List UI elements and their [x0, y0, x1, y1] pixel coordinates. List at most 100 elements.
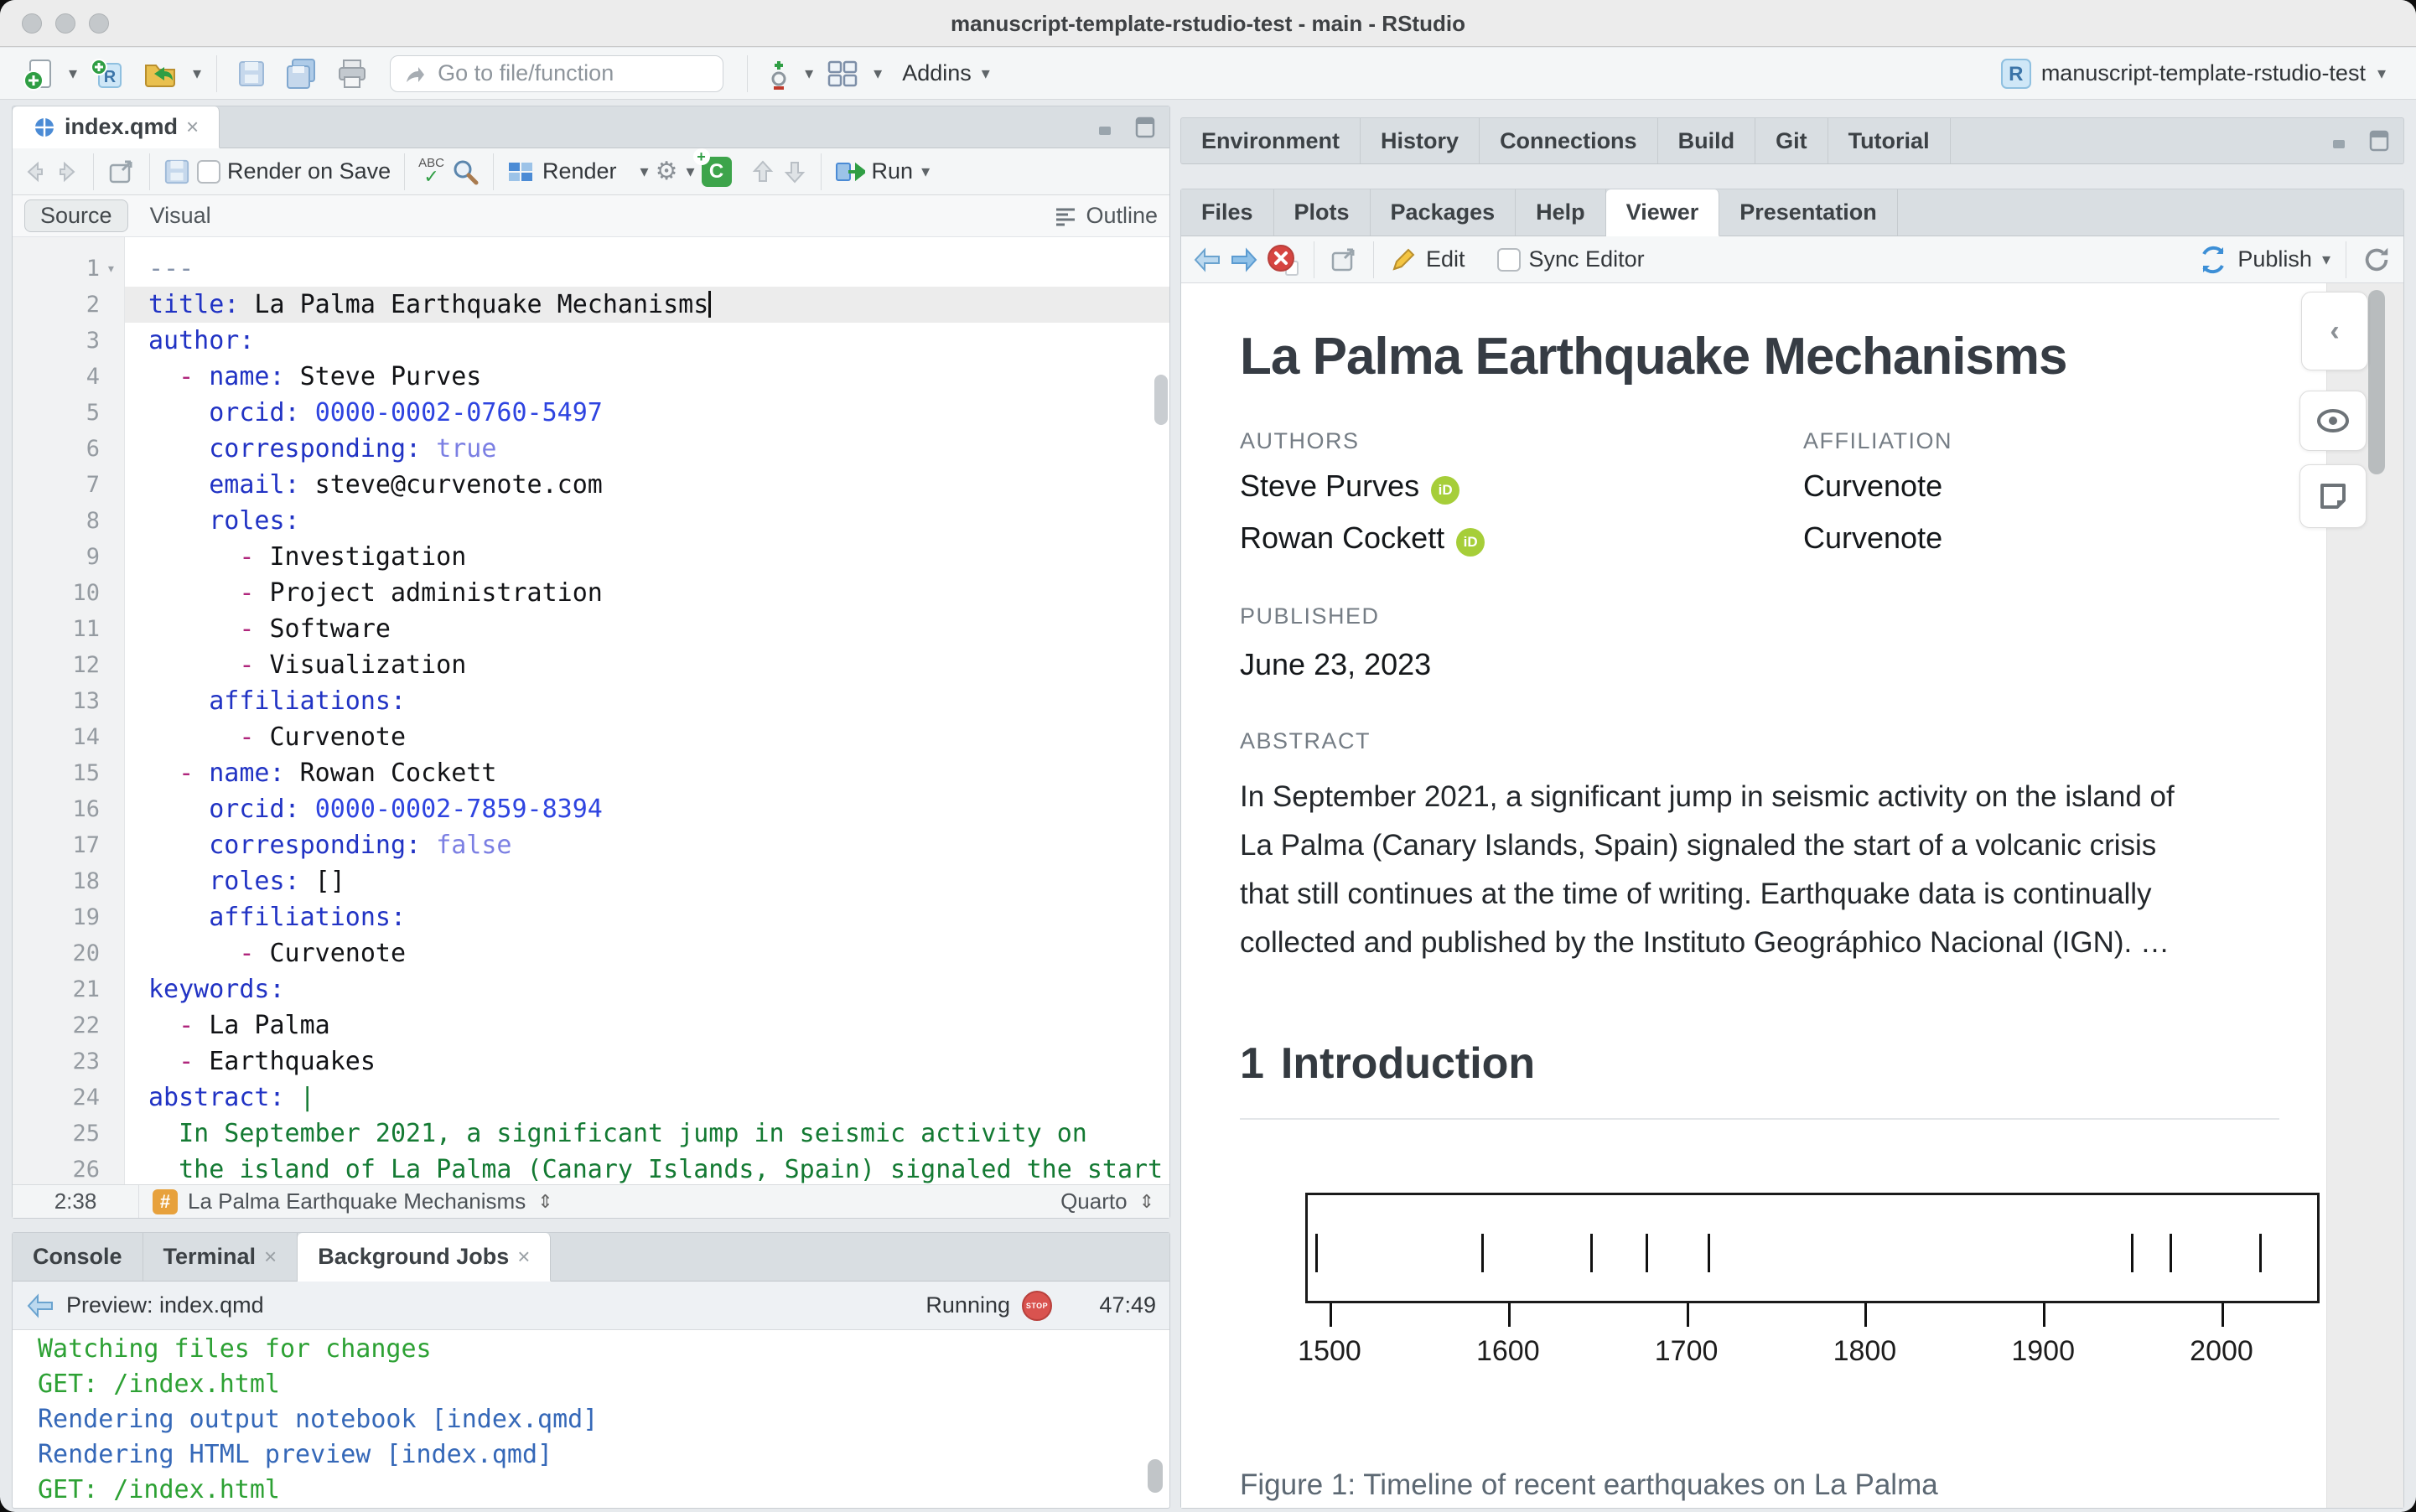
maximize-pane-icon[interactable]	[2368, 129, 2390, 153]
minimize-pane-icon[interactable]	[2331, 130, 2356, 152]
refresh-icon[interactable]	[2362, 245, 2392, 275]
code-line[interactable]: 15 - name: Rowan Cockett	[13, 755, 1169, 791]
document-outline-chip[interactable]: La Palma Earthquake Mechanisms	[188, 1188, 526, 1214]
code-line[interactable]: 11 - Software	[13, 611, 1169, 647]
tab-index-qmd[interactable]: index.qmd ×	[13, 106, 220, 148]
stop-icon[interactable]: STOP	[1022, 1291, 1052, 1321]
tab-viewer[interactable]: Viewer	[1606, 189, 1720, 236]
search-icon[interactable]	[451, 158, 480, 186]
edit-button[interactable]: Edit	[1426, 246, 1465, 272]
spellcheck-icon[interactable]: ABC✓	[418, 157, 444, 186]
code-line[interactable]: 4 - name: Steve Purves	[13, 359, 1169, 395]
clear-viewer-button[interactable]	[1267, 244, 1299, 276]
code-line[interactable]: 20 - Curvenote	[13, 935, 1169, 971]
tab-terminal[interactable]: Terminal×	[143, 1233, 298, 1281]
code-line[interactable]: 13 affiliations:	[13, 683, 1169, 719]
editor-scrollbar-thumb[interactable]	[1154, 375, 1168, 425]
tab-presentation[interactable]: Presentation	[1719, 189, 1898, 236]
code-line[interactable]: 7 email: steve@curvenote.com	[13, 467, 1169, 503]
new-file-icon[interactable]	[18, 54, 59, 94]
viewer-scrollbar-thumb[interactable]	[2368, 290, 2385, 474]
project-menu[interactable]: R manuscript-template-rstudio-test ▾	[2001, 59, 2386, 89]
visual-toggle[interactable]: Visual	[150, 203, 211, 229]
tab-connections[interactable]: Connections	[1480, 118, 1658, 163]
code-line[interactable]: 6 corresponding: true	[13, 431, 1169, 467]
outline-button[interactable]: Outline	[1054, 203, 1158, 229]
tab-environment[interactable]: Environment	[1181, 118, 1361, 163]
open-file-caret-icon[interactable]: ▾	[193, 63, 201, 84]
viewer-back-icon[interactable]	[1193, 247, 1221, 272]
popout-icon[interactable]	[107, 158, 136, 185]
code-line[interactable]: 3author:	[13, 323, 1169, 359]
chevron-down-icon[interactable]	[782, 158, 807, 185]
goto-file-input[interactable]	[436, 56, 713, 91]
forward-icon[interactable]	[54, 159, 80, 184]
version-control-icon[interactable]	[763, 54, 795, 94]
annotation-button[interactable]	[2299, 464, 2367, 528]
run-button[interactable]: Run	[872, 158, 914, 184]
panes-layout-caret-icon[interactable]: ▾	[874, 63, 882, 84]
code-line[interactable]: 8 roles:	[13, 503, 1169, 539]
open-file-icon[interactable]	[137, 54, 183, 94]
code-line[interactable]: 22 - La Palma	[13, 1007, 1169, 1043]
code-line[interactable]: 1▾---	[13, 251, 1169, 287]
viewer-popout-icon[interactable]	[1330, 246, 1358, 273]
orcid-icon[interactable]: iD	[1456, 528, 1485, 557]
new-file-caret-icon[interactable]: ▾	[69, 63, 77, 84]
code-line[interactable]: 17 corresponding: false	[13, 827, 1169, 863]
viewer-forward-icon[interactable]	[1230, 247, 1258, 272]
preview-mode-button[interactable]	[2299, 391, 2367, 451]
tab-help[interactable]: Help	[1516, 189, 1606, 236]
code-line[interactable]: 24abstract: |	[13, 1080, 1169, 1116]
tab-tutorial[interactable]: Tutorial	[1828, 118, 1951, 163]
code-line[interactable]: 26 the island of La Palma (Canary Island…	[13, 1152, 1169, 1184]
code-line[interactable]: 16 orcid: 0000-0002-7859-8394	[13, 791, 1169, 827]
tab-background-jobs[interactable]: Background Jobs×	[298, 1233, 551, 1282]
back-icon[interactable]	[23, 159, 48, 184]
source-toggle[interactable]: Source	[24, 199, 128, 232]
save-icon[interactable]	[163, 158, 190, 185]
publish-caret-icon[interactable]: ▾	[2322, 249, 2330, 270]
tab-close-icon[interactable]: ×	[186, 114, 199, 140]
orcid-icon[interactable]: iD	[1431, 476, 1459, 505]
render-caret-icon[interactable]: ▾	[640, 161, 649, 182]
code-line[interactable]: 19 affiliations:	[13, 899, 1169, 935]
new-project-icon[interactable]: R	[86, 54, 129, 94]
tab-close-icon[interactable]: ×	[517, 1244, 530, 1270]
version-control-caret-icon[interactable]: ▾	[805, 63, 813, 84]
code-line[interactable]: 2title: La Palma Earthquake Mechanisms	[13, 287, 1169, 323]
tab-close-icon[interactable]: ×	[264, 1244, 277, 1270]
render-on-save-checkbox[interactable]	[197, 160, 220, 184]
code-line[interactable]: 21keywords:	[13, 971, 1169, 1007]
collapse-panel-button[interactable]: ‹	[2301, 292, 2368, 370]
code-line[interactable]: 10 - Project administration	[13, 575, 1169, 611]
console-scrollbar-thumb[interactable]	[1148, 1459, 1163, 1493]
code-line[interactable]: 9 - Investigation	[13, 539, 1169, 575]
render-button[interactable]: Render	[542, 158, 617, 184]
code-line[interactable]: 5 orcid: 0000-0002-0760-5497	[13, 395, 1169, 431]
addins-menu[interactable]: Addins	[902, 60, 972, 86]
print-icon[interactable]	[331, 54, 373, 94]
save-all-icon[interactable]	[279, 54, 323, 94]
tab-console[interactable]: Console	[13, 1233, 143, 1281]
code-line[interactable]: 18 roles: []	[13, 863, 1169, 899]
addins-caret-icon[interactable]: ▾	[982, 63, 990, 84]
language-mode[interactable]: Quarto ⇕	[1045, 1188, 1169, 1214]
settings-caret-icon[interactable]: ▾	[687, 161, 695, 182]
fold-caret-icon[interactable]: ▾	[106, 251, 116, 287]
maximize-pane-icon[interactable]	[1134, 116, 1156, 139]
tab-build[interactable]: Build	[1658, 118, 1756, 163]
panes-layout-icon[interactable]	[822, 54, 863, 94]
tab-history[interactable]: History	[1361, 118, 1480, 163]
job-back-icon[interactable]	[26, 1293, 54, 1318]
insert-chunk-icon[interactable]: C+	[702, 157, 732, 187]
edit-pencil-icon[interactable]	[1389, 246, 1418, 274]
sync-editor-checkbox[interactable]	[1497, 248, 1521, 272]
run-caret-icon[interactable]: ▾	[921, 161, 930, 182]
code-line[interactable]: 25 In September 2021, a significant jump…	[13, 1116, 1169, 1152]
minimize-pane-icon[interactable]	[1097, 117, 1122, 138]
code-line[interactable]: 14 - Curvenote	[13, 719, 1169, 755]
save-icon[interactable]	[232, 54, 271, 94]
chevron-up-icon[interactable]	[750, 158, 775, 185]
tab-packages[interactable]: Packages	[1371, 189, 1516, 236]
